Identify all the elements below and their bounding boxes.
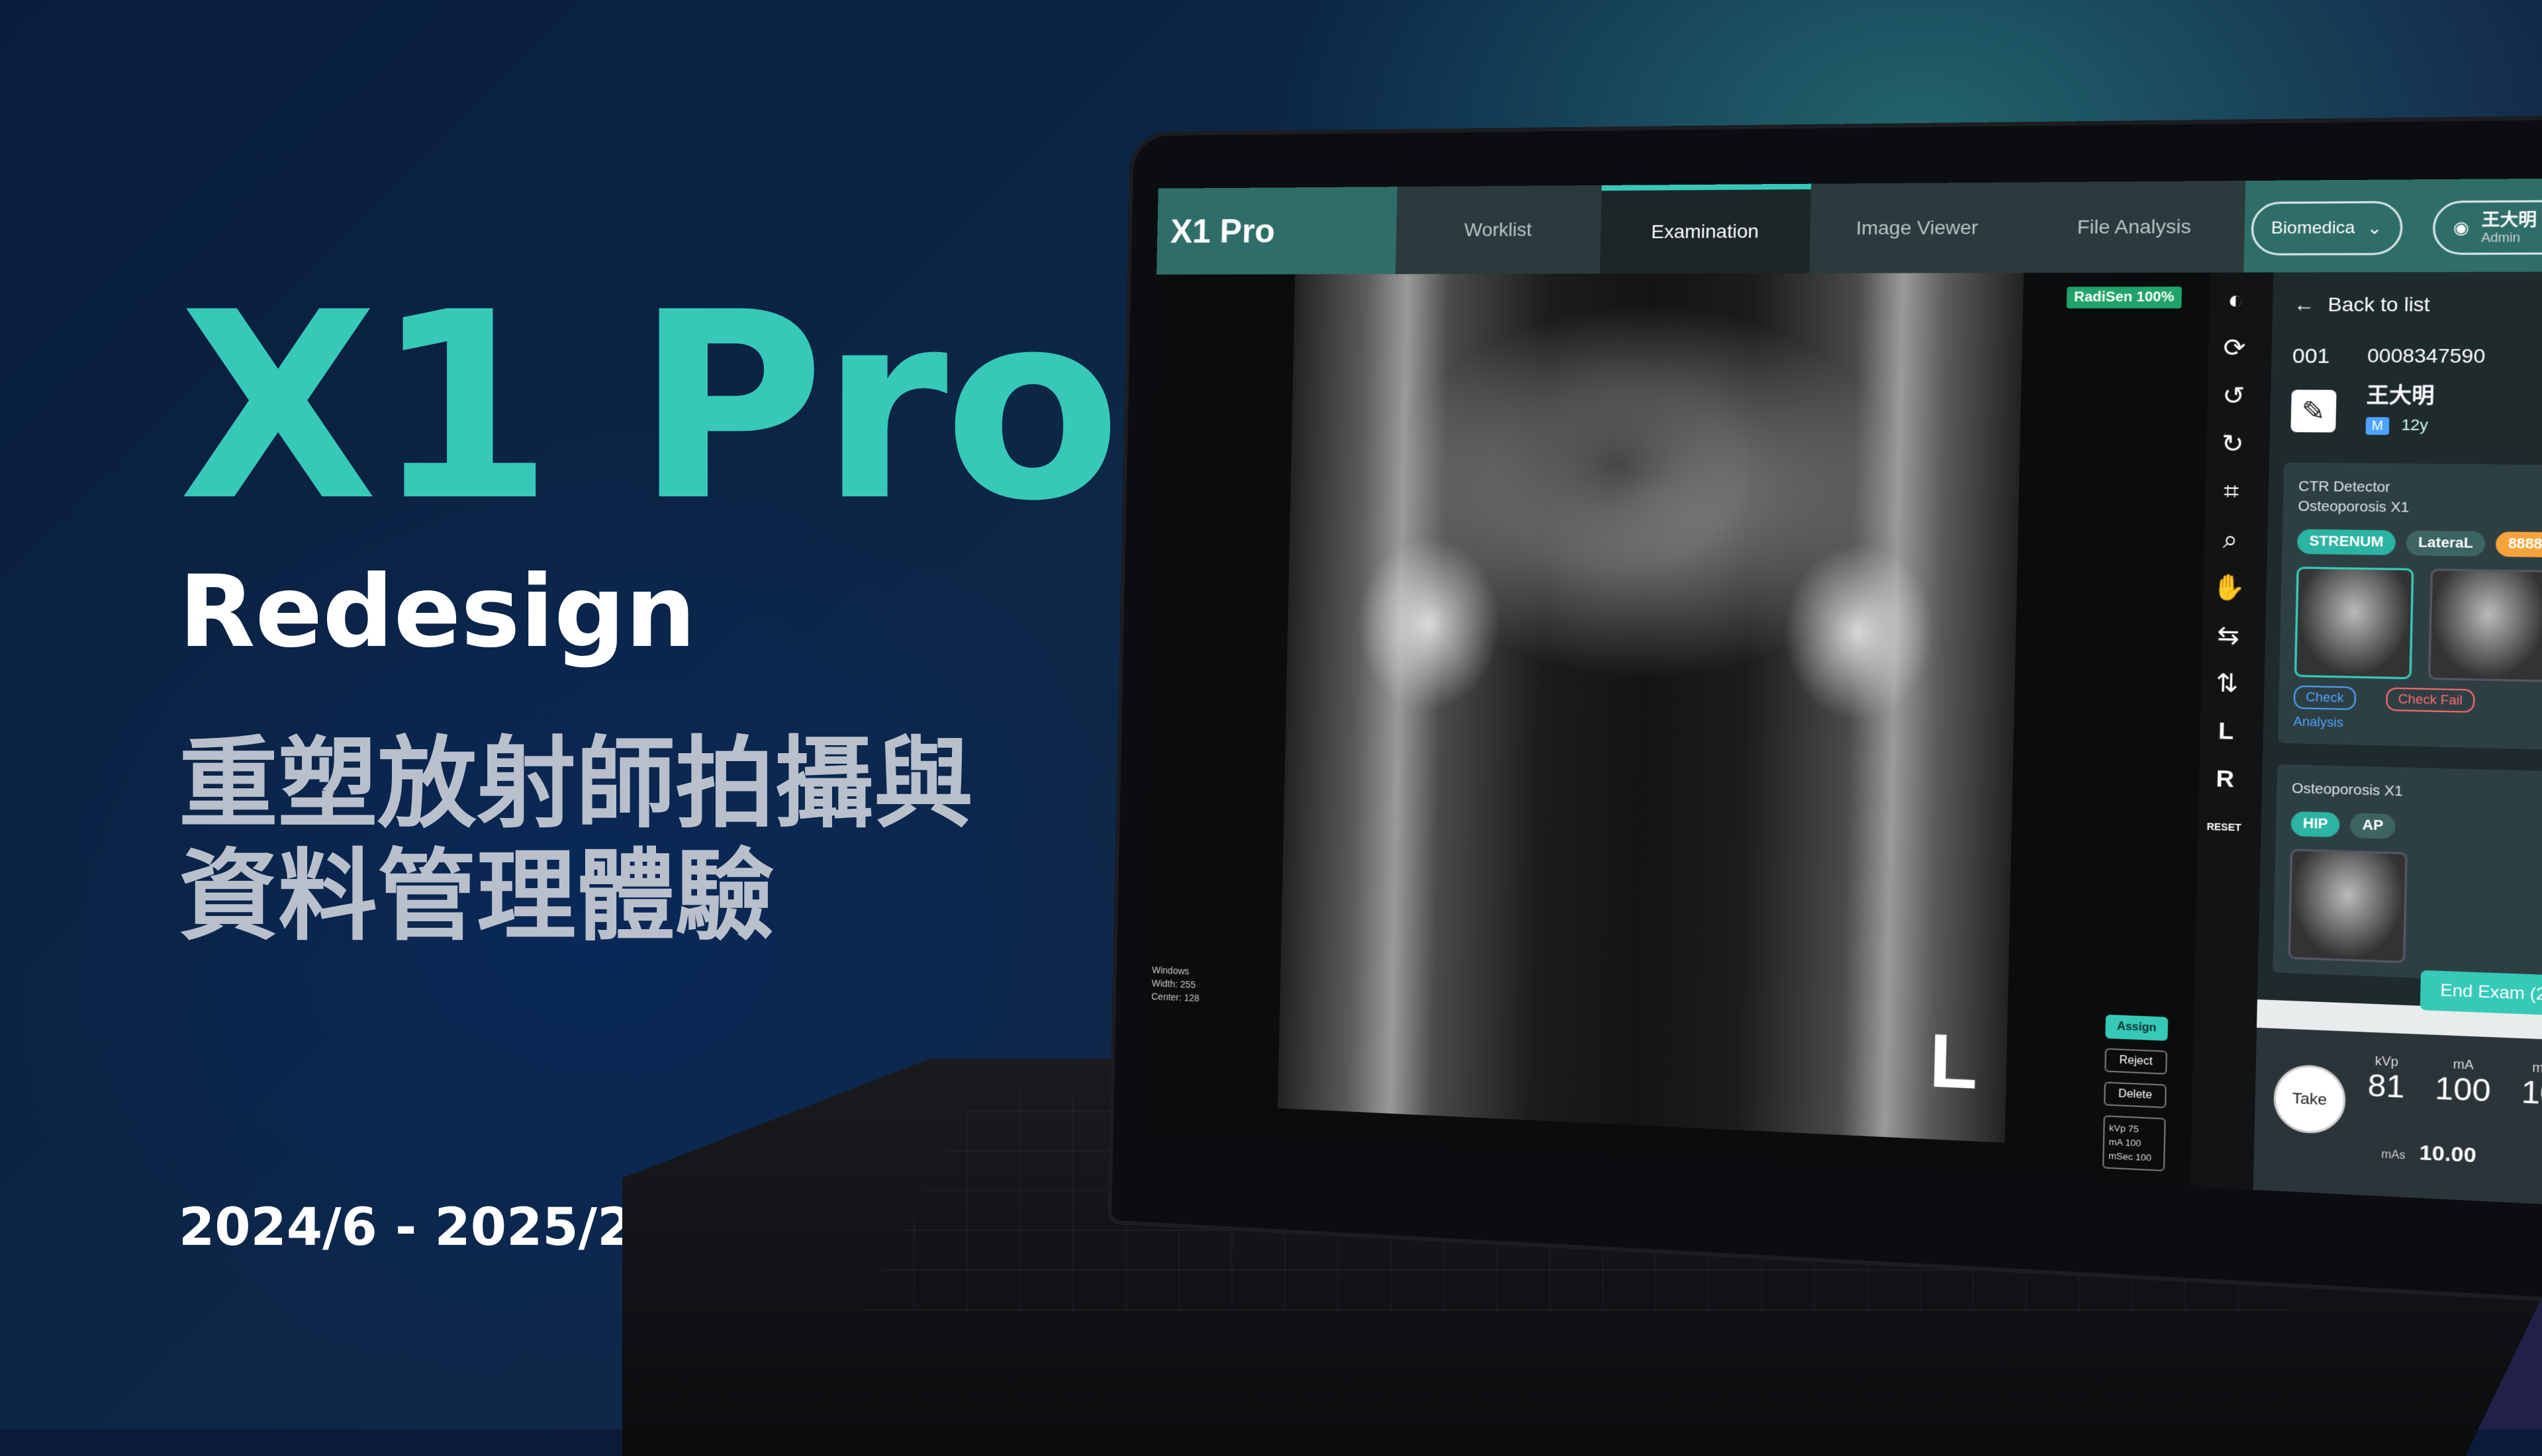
patient-age: 12y (2401, 416, 2429, 434)
end-exam-label: End Exam (2440, 981, 2525, 1004)
back-to-list-link[interactable]: ← Back to list (2272, 272, 2542, 338)
analysis-link[interactable]: Analysis (2293, 714, 2542, 735)
app-brand: X1 Pro (1170, 212, 1276, 250)
image-toolbar: ◐ ⟳ ↺ ↻ ⌗ ⌕ ✋ ⇆ ⇅ L R RESET (2202, 283, 2259, 844)
patient-info: 001 ✎ 0008347590 王大明 M 12y (2270, 338, 2542, 444)
xray-image: L (1278, 273, 2024, 1143)
mas-value: 10.00 (2419, 1141, 2477, 1167)
protocol-card: CTR Detector Osteoporosis X1 STRENUM Lat… (2277, 462, 2542, 751)
zoom-icon[interactable]: ⌕ (2212, 522, 2249, 557)
slide-subtitle: Redesign (179, 555, 696, 670)
exposure-msec: mSec 100 (2108, 1150, 2152, 1163)
headline: X1 Pro Redesign (179, 257, 1121, 670)
check-fail-tag[interactable]: Check Fail (2386, 687, 2475, 713)
mas-label: mAs (2380, 1148, 2406, 1162)
param-ma[interactable]: mA 100 (2435, 1056, 2492, 1109)
slide-title: X1 Pro (179, 257, 1121, 557)
user-menu[interactable]: ◉ 王大明 Admin ⌄ (2432, 199, 2542, 255)
patient-id: 0008347590 (2367, 344, 2486, 367)
tab-bar: Worklist Examination Image Viewer File A… (1395, 181, 2246, 275)
hospital-select[interactable]: Biomedica ⌄ (2250, 201, 2404, 256)
card-title: Osteoporosis X1 (2291, 780, 2403, 799)
arrow-left-icon: ← (2293, 293, 2315, 316)
rotate-right-icon[interactable]: ↻ (2214, 427, 2251, 461)
crop-icon[interactable]: ⌗ (2212, 475, 2250, 509)
patient-demographics: M 12y (2365, 416, 2484, 435)
user-name: 王大明 (2481, 210, 2537, 230)
tab-worklist[interactable]: Worklist (1395, 185, 1602, 274)
header-right: Biomedica ⌄ ◉ 王大明 Admin ⌄ (2250, 199, 2542, 256)
window-center: Center: 128 (1151, 991, 1200, 1004)
reject-button[interactable]: Reject (2104, 1048, 2168, 1075)
thumbnail-row (2294, 567, 2542, 682)
back-label: Back to list (2328, 293, 2431, 316)
side-marker: L (1928, 1018, 1979, 1106)
delete-button[interactable]: Delete (2104, 1081, 2167, 1109)
mas-readout: mAs 10.00 (2381, 1139, 2476, 1167)
chip-hip[interactable]: HIP (2290, 811, 2341, 838)
tab-examination[interactable]: Examination (1599, 183, 1811, 274)
xray-thumbnail[interactable] (2294, 567, 2414, 680)
exposure-info: kVp 75 mA 100 mSec 100 (2102, 1115, 2166, 1171)
detector-badge: RadiSen 100% (2066, 287, 2182, 308)
check-tag[interactable]: Check (2293, 685, 2357, 710)
right-marker-button[interactable]: R (2206, 762, 2244, 797)
param-value: 100 (2521, 1075, 2542, 1113)
reset-button[interactable]: RESET (2205, 809, 2243, 844)
pencil-icon[interactable]: ✎ (2290, 389, 2337, 433)
left-marker-button[interactable]: L (2207, 714, 2245, 749)
thumbnail-tags: Check Check Fail (2293, 685, 2542, 715)
tab-image-viewer[interactable]: Image Viewer (1809, 182, 2026, 273)
chip-ap[interactable]: AP (2350, 813, 2396, 839)
exposure-bar: End Exam (2) Take kVp 81 mA 100 mSec 100… (2253, 970, 2542, 1206)
slide-tagline: 重塑放射師拍攝與 資料管理體驗 (179, 728, 973, 953)
xray-thumbnail[interactable] (2288, 848, 2408, 964)
pan-icon[interactable]: ✋ (2210, 570, 2248, 605)
tab-file-analysis[interactable]: File Analysis (2024, 181, 2245, 273)
user-circle-icon: ◉ (2453, 218, 2470, 238)
param-value: 81 (2367, 1068, 2405, 1105)
chip-row: HIP AP (2290, 811, 2542, 844)
param-msec[interactable]: mSec 100 (2521, 1060, 2542, 1113)
exposure-params: kVp 81 mA 100 mSec 100 (2367, 1054, 2542, 1113)
patient-name: 王大明 (2366, 383, 2435, 408)
chevron-down-icon: ⌄ (2367, 218, 2382, 238)
laptop-screen: X1 Pro Worklist Examination Image Viewer… (1139, 178, 2542, 1206)
contrast-icon[interactable]: ◐ (2217, 283, 2255, 317)
chip-strenum[interactable]: STRENUM (2296, 529, 2396, 555)
tagline-line-1: 重塑放射師拍攝與 (179, 727, 974, 842)
rotate-icon[interactable]: ⟳ (2216, 331, 2253, 365)
param-value: 100 (2434, 1071, 2492, 1109)
sex-badge: M (2365, 417, 2390, 435)
image-actions: Assign Reject Delete kVp 75 mA 100 mSec … (2102, 1014, 2169, 1171)
card-title-1: CTR Detector (2298, 478, 2390, 496)
chip-code[interactable]: 888888 (2495, 531, 2542, 558)
user-info: 王大明 Admin (2481, 210, 2537, 245)
xray-thumbnail[interactable] (2427, 569, 2542, 682)
chip-lateral[interactable]: LateraL (2406, 530, 2486, 557)
chip-row: STRENUM LateraL 888888 (2296, 529, 2542, 558)
image-viewer[interactable]: L RadiSen 100% Windows Width: 255 Center… (1139, 272, 2210, 1187)
flip-horizontal-icon[interactable]: ⇆ (2209, 618, 2247, 653)
date-range: 2024/6 - 2025/2 (179, 1198, 634, 1257)
card-title-2: Osteoporosis X1 (2298, 498, 2410, 516)
app-header: X1 Pro Worklist Examination Image Viewer… (1156, 178, 2542, 275)
flip-vertical-icon[interactable]: ⇅ (2208, 666, 2246, 700)
tagline-line-2: 資料管理體驗 (179, 839, 775, 954)
user-role: Admin (2480, 230, 2521, 245)
patient-index: 001 (2292, 344, 2330, 368)
param-label: kVp (2375, 1054, 2399, 1069)
thumbnail-row (2288, 848, 2542, 969)
hospital-label: Biomedica (2271, 218, 2355, 238)
protocol-card: Osteoporosis X1 HIP AP (2273, 764, 2542, 984)
end-exam-count: (2) (2529, 984, 2542, 1005)
rotate-left-icon[interactable]: ↺ (2214, 379, 2252, 412)
assign-button[interactable]: Assign (2105, 1014, 2169, 1041)
end-exam-button[interactable]: End Exam (2) (2420, 970, 2542, 1017)
param-kvp[interactable]: kVp 81 (2367, 1054, 2405, 1106)
window-info: Windows Width: 255 Center: 128 (1151, 963, 1200, 1005)
